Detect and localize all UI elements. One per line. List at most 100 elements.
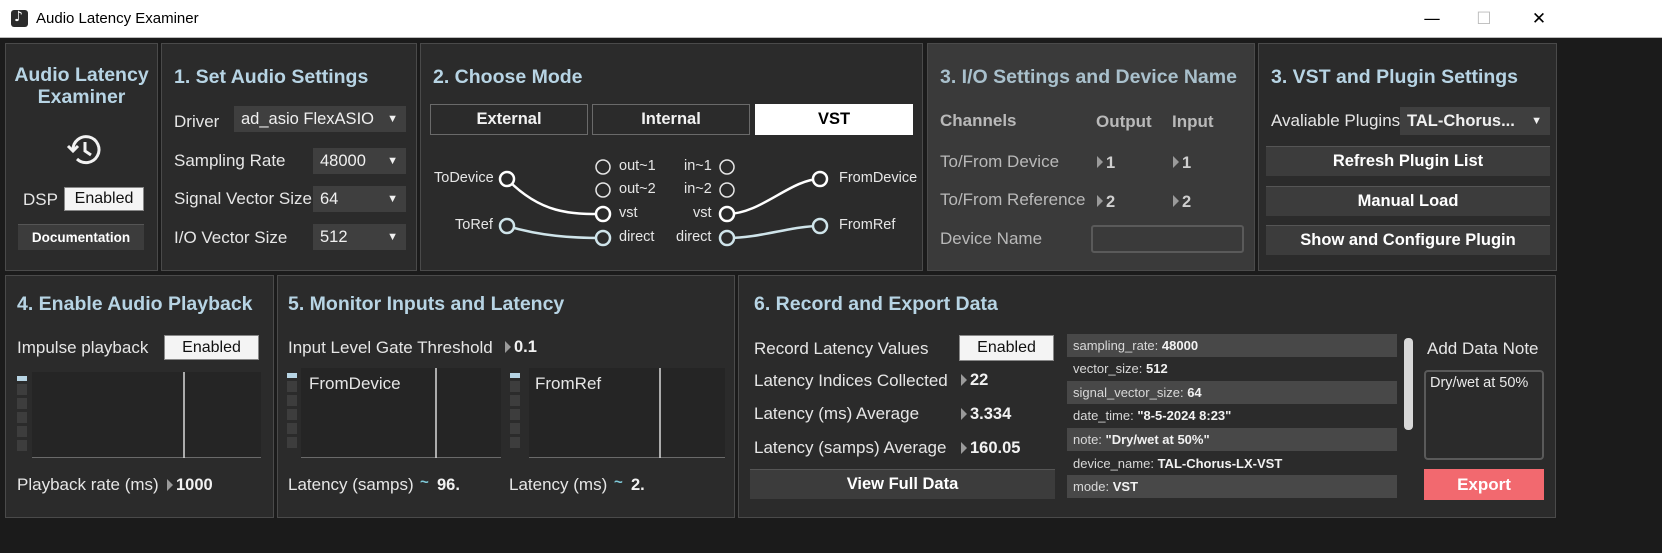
minimize-button[interactable]: — [1403,0,1461,38]
driver-select[interactable]: ad_asio FlexASIO ▼ [234,106,406,132]
sampling-rate-select[interactable]: 48000 ▼ [313,148,406,174]
playback-rate-number[interactable]: 1000 [176,476,213,495]
impulse-waveform [183,372,185,458]
out1-label: out~1 [619,158,656,174]
cable-direct-fromref [726,224,821,240]
routing-diagram [498,159,829,247]
out1-port [595,159,611,175]
mode-internal-button[interactable]: Internal [592,104,750,135]
io-vector-select[interactable]: 512 ▼ [313,224,406,250]
data-row: date_time: "8-5-2024 8:23" [1073,408,1232,423]
view-full-data-button[interactable]: View Full Data [750,469,1055,499]
data-row: note: "Dry/wet at 50%" [1067,428,1397,451]
data-note-textarea[interactable]: Dry/wet at 50% [1424,370,1544,460]
dsp-label: DSP [23,190,58,209]
documentation-button[interactable]: Documentation [18,224,144,250]
driver-label: Driver [174,112,220,131]
gate-threshold-label: Input Level Gate Threshold [288,338,493,357]
in2-label: in~2 [684,181,712,197]
chevron-down-icon: ▼ [387,155,398,167]
record-latency-label: Record Latency Values [754,339,929,358]
latency-ms-value: 2. [631,476,645,494]
signal-icon: ~ [420,474,429,491]
data-row: mode: VST [1067,475,1397,498]
data-row: signal_vector_size: 64 [1067,381,1397,404]
latency-samps-value: 96. [437,476,460,494]
playback-scope [32,372,261,458]
playback-rate-label: Playback rate (ms) [17,475,159,494]
fromdevice-label: FromDevice [839,170,918,186]
number-arrow-icon [167,479,173,491]
out2-label: out~2 [619,181,656,197]
number-arrow-icon [1173,156,1179,168]
maximize-button[interactable]: ☐ [1455,0,1513,38]
data-scrollbar[interactable] [1404,338,1413,430]
out2-port [595,182,611,198]
number-arrow-icon [1173,195,1179,207]
sampling-rate-label: Sampling Rate [174,151,286,170]
dsp-toggle[interactable]: Enabled [64,187,144,211]
io-vector-label: I/O Vector Size [174,228,288,247]
plugins-select[interactable]: TAL-Chorus... ▼ [1400,107,1550,135]
vst-settings-title: 3. VST and Plugin Settings [1271,66,1519,88]
plugins-label: Avaliable Plugins [1271,111,1401,130]
samps-average-number[interactable]: 160.05 [970,439,1020,458]
fromdevice-port [811,170,829,188]
device-input-number[interactable]: 1 [1182,154,1191,173]
vst-left-port [594,205,612,223]
vst-left-label: vst [619,205,638,221]
direct-left-label: direct [619,229,655,245]
output-header: Output [1096,112,1152,131]
direct-right-port [718,229,736,247]
signal-vector-select[interactable]: 64 ▼ [313,186,406,212]
refresh-plugin-button[interactable]: Refresh Plugin List [1266,146,1550,176]
latency-samps-label: Latency (samps) [288,475,414,494]
app-title-line2: Examiner [37,86,126,108]
ms-average-number[interactable]: 3.334 [970,405,1011,424]
impulse-toggle[interactable]: Enabled [164,335,259,360]
fromref-label: FromRef [839,217,896,233]
chevron-down-icon: ▼ [387,113,398,125]
device-name-input[interactable] [1091,225,1244,253]
ms-average-label: Latency (ms) Average [754,404,920,423]
indices-collected-number[interactable]: 22 [970,371,988,390]
channels-header: Channels [940,111,1017,130]
ref-input-number[interactable]: 2 [1182,193,1191,212]
manual-load-button[interactable]: Manual Load [1266,186,1550,216]
record-latency-toggle[interactable]: Enabled [959,335,1054,361]
impulse-label: Impulse playback [17,338,149,357]
ref-output-number[interactable]: 2 [1106,193,1115,212]
vst-right-label: vst [693,205,712,221]
record-title: 6. Record and Export Data [754,293,998,315]
data-row: device_name: TAL-Chorus-LX-VST [1073,456,1283,471]
export-button[interactable]: Export [1424,469,1544,500]
monitor-title: 5. Monitor Inputs and Latency [288,293,565,315]
fromref-port [811,217,829,235]
signal-vector-label: Signal Vector Size [174,189,312,208]
mode-title: 2. Choose Mode [433,66,583,88]
todevice-port [498,170,516,188]
playback-panel: 4. Enable Audio Playback Impulse playbac… [5,275,274,518]
toref-port [498,217,516,235]
fromdevice-scope: FromDevice [301,368,501,458]
fromref-level-meter [510,373,520,451]
mode-external-button[interactable]: External [430,104,588,135]
header-panel: Audio Latency Examiner DSP Enabled Docum… [5,43,158,271]
cable-todevice-vst [506,178,604,216]
in1-port [719,159,735,175]
playback-title: 4. Enable Audio Playback [17,293,253,315]
close-button[interactable]: ✕ [1510,0,1568,38]
show-configure-plugin-button[interactable]: Show and Configure Plugin [1266,225,1550,255]
number-arrow-icon [961,374,967,386]
gate-threshold-number[interactable]: 0.1 [514,338,537,357]
number-arrow-icon [961,442,967,454]
fromref-scope: FromRef [529,368,725,458]
audio-settings-panel: 1. Set Audio Settings Driver ad_asio Fle… [161,43,417,271]
io-settings-panel: 3. I/O Settings and Device Name Channels… [927,43,1255,271]
data-row: vector_size: 512 [1073,361,1168,376]
device-output-number[interactable]: 1 [1106,154,1115,173]
mode-vst-button[interactable]: VST [755,104,913,135]
mode-panel: 2. Choose Mode External Internal VST ToD… [420,43,923,271]
chevron-down-icon: ▼ [1531,115,1542,127]
to-from-ref-label: To/From Reference [940,190,1086,209]
